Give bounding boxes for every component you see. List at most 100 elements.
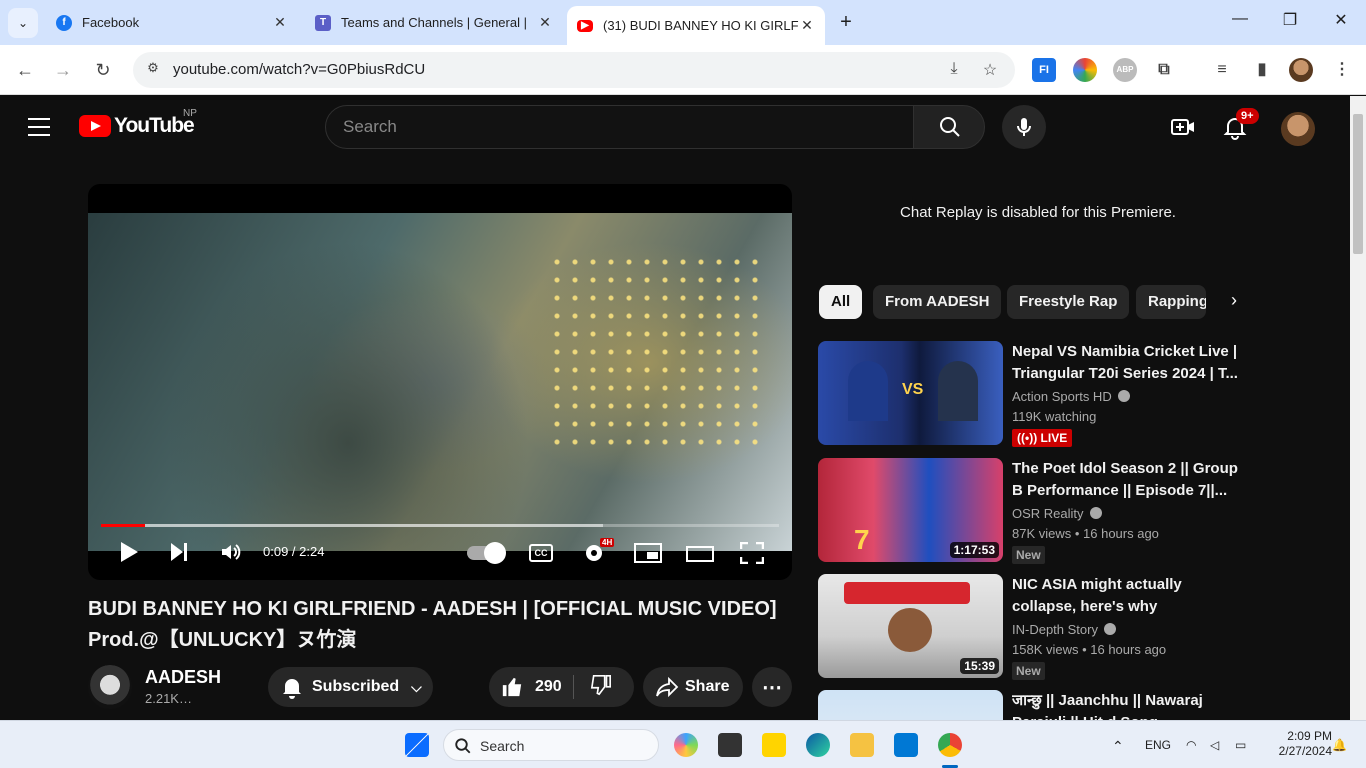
color-picker-extension-icon[interactable] [1073,58,1097,82]
new-badge: New [1012,662,1045,680]
microphone-icon [1017,118,1031,136]
like-count: 290 [535,678,562,695]
video-duration: 1:17:53 [949,542,999,558]
verified-icon [1103,623,1116,635]
bookmark-star-icon[interactable]: ☆ [979,60,1001,82]
chrome-icon[interactable] [938,733,962,757]
taskbar-search[interactable]: Search [443,729,659,761]
media-app-icon[interactable] [762,733,786,757]
tab-teams[interactable]: T Teams and Channels | General | ✕ [305,6,563,39]
more-actions-button[interactable]: ⋯ [752,667,792,707]
thumbs-up-icon [502,677,522,697]
back-button[interactable]: ← [12,57,38,83]
youtube-logo[interactable]: YouTube NP [79,108,197,138]
channel-avatar[interactable] [88,665,132,709]
search-input[interactable] [326,106,913,148]
chevron-up-icon[interactable]: ⌃ [1112,738,1124,755]
task-view-icon[interactable] [718,733,742,757]
new-tab-button[interactable]: + [834,10,858,34]
dislike-button[interactable] [574,674,612,701]
battery-icon[interactable]: ▭ [1235,738,1246,752]
chip-all[interactable]: All [819,285,863,319]
windows-start-icon[interactable] [405,733,429,757]
volume-button[interactable] [219,540,243,570]
account-avatar[interactable] [1281,112,1315,146]
menu-icon[interactable] [28,118,50,136]
close-window-button[interactable]: ✕ [1318,10,1364,34]
time-display: 0:09 / 2:24 [263,544,325,559]
address-bar[interactable]: ⚙ youtube.com/watch?v=G0PbiusRdCU ⤓ ☆ [133,52,1015,88]
voice-search-button[interactable] [1002,105,1046,149]
video-thumbnail[interactable]: 7 1:17:53 [818,458,1003,562]
site-info-icon[interactable]: ⚙ [143,60,163,80]
edge-icon[interactable] [806,733,830,757]
captions-button[interactable]: CC [529,544,553,562]
recommendation-item[interactable]: 7 1:17:53 The Poet Idol Season 2 || Grou… [818,458,1238,564]
restore-button[interactable]: ❐ [1267,10,1313,34]
more-horizontal-icon: ⋯ [762,676,782,699]
youtube-icon: ▶ [577,19,593,32]
video-thumbnail[interactable] [818,690,1003,720]
recommendation-item[interactable]: 15:39 NIC ASIA might actually collapse, … [818,574,1238,680]
volume-icon [222,544,241,560]
chevron-right-icon[interactable]: › [1222,290,1246,314]
copilot-icon[interactable] [674,733,698,757]
speaker-icon[interactable]: ◁ [1210,738,1219,752]
video-thumbnail[interactable]: 15:39 [818,574,1003,678]
taskbar-clock[interactable]: 2:09 PM 2/27/2024 [1258,729,1332,759]
share-button[interactable]: Share [643,667,743,707]
scrollbar-thumb[interactable] [1353,114,1363,254]
search-icon [455,738,471,754]
reload-button[interactable]: ↻ [90,57,116,83]
recommendation-item[interactable]: जान्छु || Jaanchhu || Nawaraj Parajuli |… [818,690,1238,720]
next-button[interactable] [168,540,190,570]
forward-button[interactable]: → [50,57,76,83]
miniplayer-button[interactable] [634,543,662,569]
video-player[interactable]: 0:09 / 2:24 CC 4H [88,184,792,580]
minimize-button[interactable]: — [1217,10,1263,34]
theater-mode-button[interactable] [686,545,714,568]
media-control-icon[interactable]: ≡ [1210,58,1234,82]
tab-youtube-active[interactable]: ▶ (31) BUDI BANNEY HO KI GIRLF ✕ [567,6,825,45]
recommendation-item[interactable]: VS Nepal VS Namibia Cricket Live | Trian… [818,341,1238,447]
extension-abp-icon[interactable]: ABP [1113,58,1137,82]
extensions-puzzle-icon[interactable]: ⧉ [1152,58,1176,82]
profile-avatar[interactable] [1289,58,1313,82]
like-button[interactable]: 290 [489,676,573,698]
create-video-icon[interactable] [1170,114,1196,140]
video-thumbnail[interactable]: VS [818,341,1003,445]
channel-name[interactable]: AADESH [145,667,221,688]
video-frame[interactable] [88,213,792,551]
video-duration: 15:39 [960,658,999,674]
chip-from-aadesh[interactable]: From AADESH [873,285,1002,319]
install-app-icon[interactable]: ⤓ [943,60,965,82]
close-icon[interactable]: ✕ [272,14,288,31]
region-code: NP [183,108,197,119]
fullscreen-button[interactable] [739,541,765,570]
tab-facebook[interactable]: f Facebook ✕ [46,6,298,39]
share-label: Share [685,678,730,695]
browser-toolbar: ← → ↻ ⚙ youtube.com/watch?v=G0PbiusRdCU … [0,45,1366,95]
thumbnail-banner [844,582,970,604]
close-icon[interactable]: ✕ [799,17,815,34]
chip-rapping[interactable]: Rapping [1136,285,1206,319]
tab-search-button[interactable]: ⌄ [8,8,38,38]
language-indicator[interactable]: ENG [1145,738,1171,752]
close-icon[interactable]: ✕ [537,14,553,31]
play-button[interactable] [118,540,140,570]
file-explorer-icon[interactable] [850,733,874,757]
chip-freestyle-rap[interactable]: Freestyle Rap [1007,285,1130,319]
side-panel-icon[interactable]: ▮ [1250,58,1274,82]
subscribed-button[interactable]: Subscribed ⌵ [268,667,433,707]
wifi-icon[interactable]: ◠ [1186,738,1196,752]
notification-icon[interactable]: 🔔 [1332,738,1347,752]
search-button[interactable] [913,105,985,149]
extension-fi-icon[interactable]: FI [1032,58,1056,82]
vscode-icon[interactable] [894,733,918,757]
browser-menu-icon[interactable]: ⋮ [1330,58,1354,82]
rec-title: NIC ASIA might actually collapse, here's… [1012,576,1182,615]
progress-bar[interactable] [101,524,779,527]
page-scrollbar[interactable] [1350,96,1366,720]
autoplay-toggle[interactable] [467,542,506,564]
notification-count-badge: 9+ [1236,108,1259,124]
